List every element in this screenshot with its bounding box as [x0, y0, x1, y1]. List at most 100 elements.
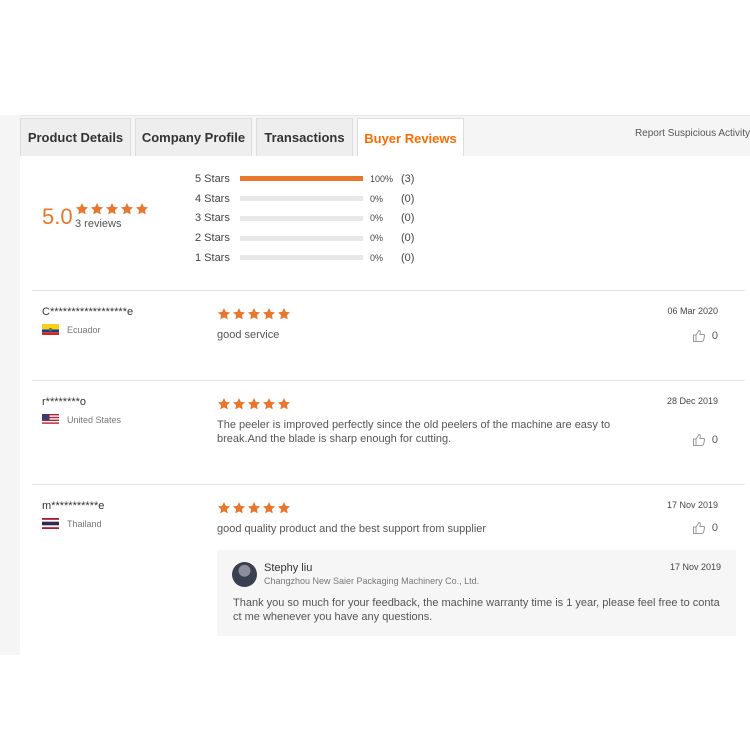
like-count: 0 [711, 330, 718, 342]
rating-count: (0) [401, 232, 415, 245]
review-stars [217, 307, 291, 321]
rating-label: 5 Stars [195, 172, 230, 185]
review-text: The peeler is improved perfectly since t… [217, 419, 611, 445]
star-icon [75, 202, 89, 216]
rating-bar [240, 215, 363, 221]
rating-label: 4 Stars [195, 192, 230, 205]
thumbs-up-icon [692, 521, 706, 534]
rating-label: 2 Stars [195, 232, 230, 245]
like-count: 0 [711, 522, 718, 534]
united-states-flag [42, 414, 59, 425]
star-icon [217, 397, 231, 411]
star-icon [135, 202, 149, 216]
reviewer-name: m***********e [42, 500, 105, 512]
star-icon [262, 307, 276, 321]
star-icon [247, 397, 261, 411]
review-text: good quality product and the best suppor… [217, 523, 487, 535]
summary-stars [75, 202, 149, 216]
star-icon [232, 397, 246, 411]
star-icon [277, 307, 291, 321]
reply-company: Changzhou New Saier Packaging Machinery … [264, 576, 480, 586]
country-name: Ecuador [67, 324, 101, 335]
star-icon [217, 501, 231, 515]
divider [32, 380, 745, 381]
country-name: Thailand [67, 518, 102, 529]
divider [32, 290, 745, 291]
rating-bar [240, 235, 363, 241]
rating-bar-fill [240, 176, 363, 182]
reply-text: Thank you so much for your feedback, the… [233, 597, 720, 623]
reviewer-country: United States [42, 414, 121, 425]
review-date: 06 Mar 2020 [667, 306, 718, 316]
country-name: United States [67, 414, 122, 425]
average-score: 5.0 [42, 204, 73, 229]
rating-percent: 0% [370, 252, 384, 263]
reviews-frame: Product Details Company Profile Transact… [20, 115, 750, 656]
rating-row: 4 Stars 0% (0) [195, 189, 414, 209]
rating-count: (0) [401, 212, 415, 225]
rating-bar [240, 255, 363, 261]
frame-left-edge [0, 115, 20, 655]
rating-percent: 100% [370, 173, 394, 184]
thailand-flag [42, 518, 59, 529]
review-item: C******************e Ecuador 06 Mar 2020… [20, 306, 750, 376]
report-suspicious-activity-link[interactable]: Report Suspicious Activity [635, 128, 750, 139]
like-button[interactable]: 0 [692, 329, 718, 343]
tab-label: Transactions [264, 130, 345, 145]
star-icon [90, 202, 104, 216]
star-icon [120, 202, 134, 216]
rating-row: 3 Stars 0% (0) [195, 209, 414, 229]
rating-count: (0) [401, 251, 415, 264]
star-icon [232, 501, 246, 515]
review-stars [217, 397, 291, 411]
review-stars [217, 501, 291, 515]
rating-count: (0) [401, 192, 415, 205]
reply-author-name: Stephy liu [264, 562, 313, 574]
star-icon [277, 397, 291, 411]
reviewer-name: C******************e [42, 306, 134, 318]
rating-bar [240, 196, 363, 202]
star-icon [217, 307, 231, 321]
reviewer-country: Thailand [42, 518, 102, 529]
review-count: 3 reviews [75, 218, 122, 230]
star-icon [262, 397, 276, 411]
tab-label: Product Details [27, 130, 124, 145]
tab-label: Buyer Reviews [364, 130, 457, 146]
like-count: 0 [711, 434, 718, 446]
rating-row: 2 Stars 0% (0) [195, 228, 414, 248]
review-date: 17 Nov 2019 [666, 500, 718, 510]
rating-row: 1 Stars 0% (0) [195, 248, 414, 268]
tab-product-details[interactable]: Product Details [20, 118, 131, 156]
reply-date: 17 Nov 2019 [669, 562, 721, 572]
like-button[interactable]: 0 [692, 433, 718, 447]
rating-distribution: 5 Stars 100% (3) 4 Stars 0% (0) 3 Stars … [195, 169, 414, 268]
tab-company-profile[interactable]: Company Profile [135, 118, 252, 156]
review-text: good service [217, 329, 280, 341]
rating-bar [240, 176, 363, 182]
review-item: r********o United States 28 Dec 2019 The… [20, 396, 750, 481]
tab-bar: Product Details Company Profile Transact… [20, 116, 750, 157]
review-item: m***********e Thailand 17 Nov 2019 good … [20, 500, 750, 650]
star-icon [277, 501, 291, 515]
star-icon [247, 501, 261, 515]
star-icon [247, 307, 261, 321]
star-icon [105, 202, 119, 216]
rating-row: 5 Stars 100% (3) [195, 169, 414, 189]
thumbs-up-icon [692, 329, 706, 342]
divider [32, 484, 745, 485]
rating-label: 3 Stars [195, 212, 230, 225]
rating-percent: 0% [370, 233, 384, 244]
like-button[interactable]: 0 [692, 521, 718, 535]
star-icon [262, 501, 276, 515]
rating-percent: 0% [370, 213, 384, 224]
review-date: 28 Dec 2019 [666, 396, 718, 406]
reviewer-name: r********o [42, 396, 87, 408]
avatar [232, 562, 257, 587]
tab-transactions[interactable]: Transactions [256, 118, 353, 156]
tab-buyer-reviews[interactable]: Buyer Reviews [357, 118, 464, 157]
rating-count: (3) [401, 172, 415, 185]
top-whitespace [0, 0, 750, 115]
reviewer-country: Ecuador [42, 324, 101, 335]
supplier-reply: Stephy liu Changzhou New Saier Packaging… [217, 550, 736, 636]
thumbs-up-icon [692, 433, 706, 446]
